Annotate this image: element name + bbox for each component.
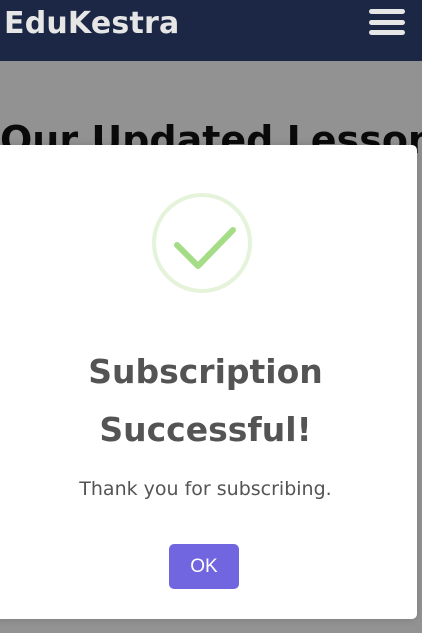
navbar: EduKestra	[0, 0, 422, 61]
menu-bar	[369, 30, 405, 35]
ok-button[interactable]: OK	[169, 544, 239, 589]
dialog-title: Subscription Successful!	[0, 343, 417, 459]
page: EduKestra Our Updated Lessons Subscripti…	[0, 0, 422, 633]
success-check-icon	[152, 193, 252, 293]
check-icon	[174, 227, 236, 269]
menu-bar	[369, 9, 405, 14]
hamburger-menu-icon[interactable]	[369, 9, 405, 35]
subscription-success-dialog: Subscription Successful! Thank you for s…	[0, 145, 417, 619]
dialog-message: Thank you for subscribing.	[79, 478, 332, 500]
dialog-title-line1: Subscription	[88, 352, 323, 391]
menu-bar	[369, 19, 405, 25]
brand-logo[interactable]: EduKestra	[4, 4, 179, 44]
dialog-title-line2: Successful!	[99, 410, 312, 449]
